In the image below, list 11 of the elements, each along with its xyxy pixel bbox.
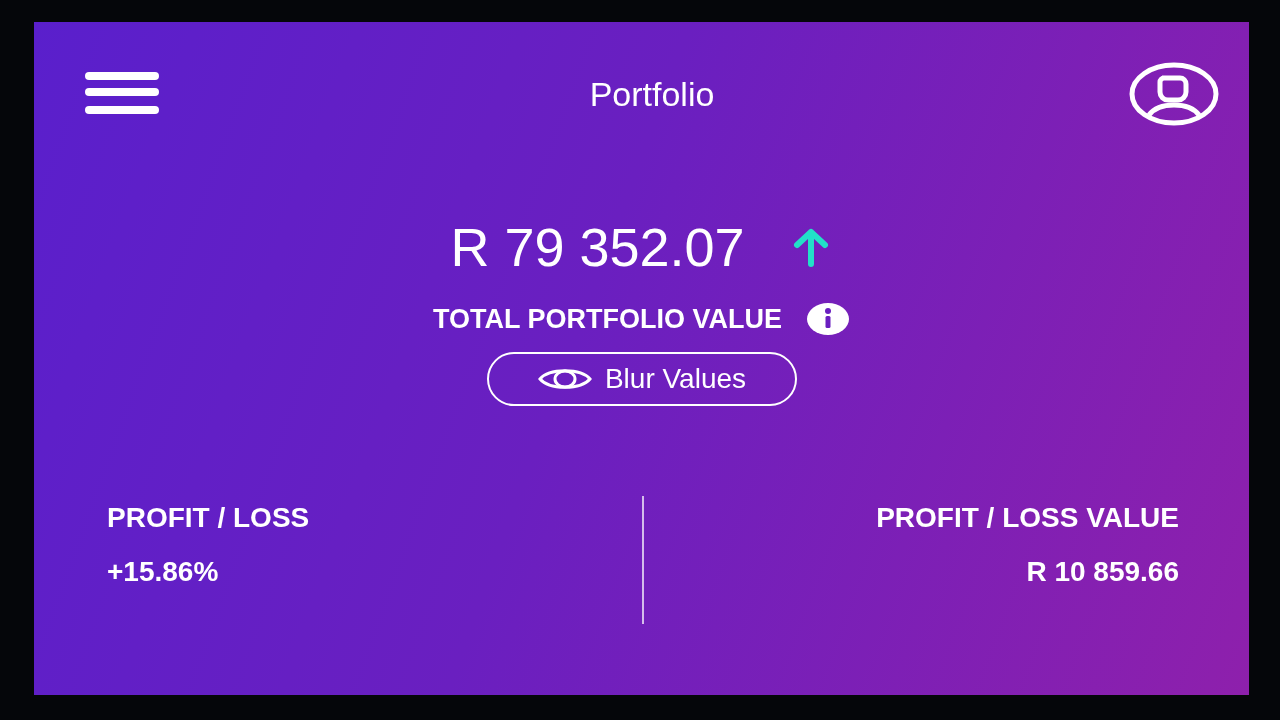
blur-values-button[interactable]: Blur Values [486,352,797,406]
profile-icon[interactable] [1129,62,1219,126]
stat-value: R 10 859.66 [1026,556,1179,588]
page-title: Portfolio [589,74,715,114]
total-amount: R 79 352.07 [450,216,745,278]
info-icon[interactable] [806,302,850,336]
stat-label: PROFIT / LOSS VALUE [876,502,1179,534]
menu-icon[interactable] [85,72,159,116]
stat-value: +15.86% [107,556,220,588]
stat-label: PROFIT / LOSS [107,502,311,534]
total-label: TOTAL PORTFOLIO VALUE [433,303,782,335]
